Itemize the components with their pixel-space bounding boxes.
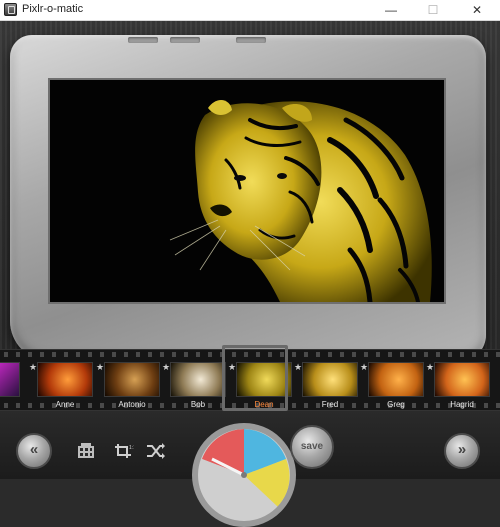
- app-icon: [4, 3, 17, 16]
- minimize-button[interactable]: —: [370, 0, 412, 20]
- filter-thumbnail-fred[interactable]: [302, 362, 358, 397]
- favorite-star-icon[interactable]: ★: [426, 362, 434, 373]
- bottom-toolbar: « 1:1 save »: [0, 411, 500, 527]
- film-reel-icon[interactable]: [76, 443, 96, 459]
- frame-notch: [128, 37, 158, 43]
- shuffle-icon[interactable]: [146, 443, 166, 459]
- filter-thumbnail-anne[interactable]: [37, 362, 93, 397]
- window-title: Pixlr-o-matic: [22, 3, 84, 15]
- filter-label: Antonio: [118, 400, 146, 409]
- color-wheel-icon: [198, 429, 290, 507]
- tiger-photo: [50, 80, 444, 302]
- favorite-star-icon[interactable]: ★: [294, 362, 302, 373]
- favorite-star-icon[interactable]: ★: [29, 362, 37, 373]
- crop-icon[interactable]: 1:1: [114, 443, 134, 459]
- svg-text:1:1: 1:1: [129, 445, 134, 451]
- close-button[interactable]: ✕: [456, 0, 498, 20]
- filter-label: Fred: [321, 400, 339, 409]
- filter-selector-frame: [222, 345, 288, 411]
- photo-canvas[interactable]: [50, 80, 444, 302]
- filter-label: Bob: [190, 400, 206, 409]
- favorite-star-icon[interactable]: ★: [162, 362, 170, 373]
- filter-label: Greg: [387, 400, 405, 409]
- filter-label: Hagrid: [450, 400, 474, 409]
- frame-notch: [236, 37, 266, 43]
- favorite-star-icon[interactable]: ★: [96, 362, 104, 373]
- frame-notch: [170, 37, 200, 43]
- title-bar: Pixlr-o-matic — ☐ ✕: [0, 0, 500, 21]
- random-dial[interactable]: [192, 423, 296, 527]
- app-area: ★ Anne ★ Antonio ★ Bob ★ Dean ★ Fred ★ G…: [0, 21, 500, 527]
- previous-button[interactable]: «: [16, 433, 52, 469]
- filter-thumbnail-bob[interactable]: [170, 362, 226, 397]
- favorite-star-icon[interactable]: ★: [360, 362, 368, 373]
- maximize-button[interactable]: ☐: [412, 0, 454, 20]
- filter-thumbnail-greg[interactable]: [368, 362, 424, 397]
- filter-thumbnail[interactable]: [0, 362, 20, 397]
- filter-thumbnail-antonio[interactable]: [104, 362, 160, 397]
- photo-frame: [10, 35, 486, 361]
- next-button[interactable]: »: [444, 433, 480, 469]
- save-button[interactable]: save: [290, 425, 334, 469]
- filter-label: Anne: [55, 400, 75, 409]
- filter-thumbnail-hagrid[interactable]: [434, 362, 490, 397]
